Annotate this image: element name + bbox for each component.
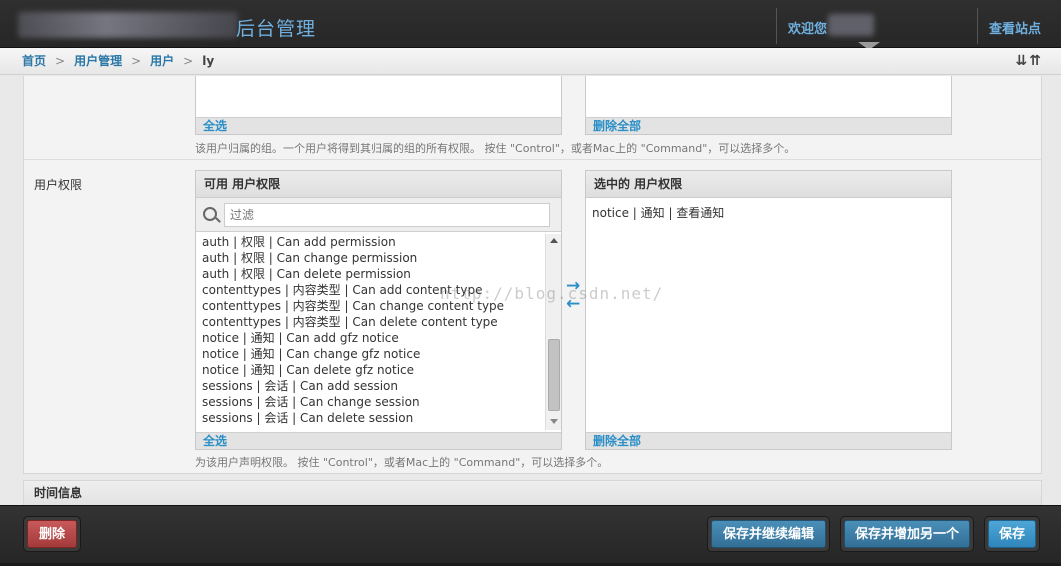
permissions-chosen-title: 选中的 用户权限 (586, 171, 951, 198)
list-item[interactable]: sessions | 会话 | Can delete session (196, 410, 544, 426)
list-item[interactable]: sessions | 会话 | Can add session (196, 378, 544, 394)
add-arrow-icon[interactable]: → (566, 278, 580, 295)
permissions-chosen-box: 选中的 用户权限 notice | 通知 | 查看通知 删除全部 (585, 170, 952, 450)
search-icon (203, 207, 217, 221)
save-button-label: 保存 (988, 520, 1036, 548)
delete-button-label: 删除 (27, 520, 77, 548)
change-form: 全选 删除全部 该用户归属的组。一个用户将得到其归属的组的所有权限。 按住 "C… (0, 76, 1061, 505)
permissions-remove-all-link[interactable]: 删除全部 (586, 432, 951, 449)
save-and-add-another-button[interactable]: 保存并增加另一个 (840, 516, 974, 552)
breadcrumb-separator-icon: > (183, 54, 194, 68)
header-divider (776, 8, 777, 44)
form-row-groups: 全选 删除全部 该用户归属的组。一个用户将得到其归属的组的所有权限。 按住 "C… (23, 76, 1042, 160)
welcome-text: 欢迎您 (788, 22, 828, 37)
permissions-filter-input[interactable] (224, 203, 550, 227)
scroll-down-arrow-icon[interactable] (550, 419, 558, 424)
delete-button[interactable]: 删除 (23, 516, 81, 552)
site-title[interactable]: 后台管理 (236, 14, 316, 41)
permissions-select-all-link[interactable]: 全选 (196, 432, 561, 449)
list-item[interactable]: auth | 权限 | Can change permission (196, 250, 544, 266)
breadcrumb-separator-icon: > (131, 54, 142, 68)
list-item[interactable]: notice | 通知 | Can delete gfz notice (196, 362, 544, 378)
groups-select-all-link[interactable]: 全选 (196, 117, 561, 134)
list-item[interactable]: contenttypes | 内容类型 | Can delete content… (196, 314, 544, 330)
top-header: 后台管理 欢迎您 查看站点 (0, 0, 1061, 50)
breadcrumb-separator-icon: > (55, 54, 66, 68)
permissions-help-text: 为该用户声明权限。 按住 "Control"，或者Mac上的 "Command"… (195, 456, 609, 469)
permissions-available-list[interactable]: auth | 权限 | Can add permission auth | 权限… (196, 234, 544, 430)
breadcrumb: 首页 > 用户管理 > 用户 > ly ⇊⇈ (0, 48, 1061, 75)
username-redacted[interactable] (828, 14, 874, 36)
view-site-link[interactable]: 查看站点 (989, 18, 1041, 37)
breadcrumb-users[interactable]: 用户 (150, 54, 174, 68)
breadcrumb-user-management[interactable]: 用户管理 (74, 54, 122, 68)
save-button[interactable]: 保存 (984, 516, 1040, 552)
list-item[interactable]: notice | 通知 | Can change gfz notice (196, 346, 544, 362)
header-divider (977, 8, 978, 44)
groups-available-box[interactable]: 全选 (195, 76, 562, 135)
scrollbar-thumb[interactable] (548, 339, 560, 411)
scroll-up-arrow-icon[interactable] (550, 238, 558, 243)
form-row-permissions: 用户权限 可用 用户权限 auth | 权限 | Can add permiss… (23, 160, 1042, 474)
groups-remove-all-link[interactable]: 删除全部 (586, 117, 951, 134)
submit-row: 删除 保存并继续编辑 保存并增加另一个 保存 (0, 505, 1061, 563)
groups-help-text: 该用户归属的组。一个用户将得到其归属的组的所有权限。 按住 "Control"，… (195, 142, 796, 155)
permissions-available-box: 可用 用户权限 auth | 权限 | Can add permission a… (195, 170, 562, 450)
list-item[interactable]: auth | 权限 | Can add permission (196, 234, 544, 250)
list-item[interactable]: notice | 通知 | 查看通知 (592, 204, 724, 221)
list-item[interactable]: contenttypes | 内容类型 | Can change content… (196, 298, 544, 314)
list-item[interactable]: auth | 权限 | Can delete permission (196, 266, 544, 282)
permissions-available-title: 可用 用户权限 (196, 171, 561, 198)
list-item[interactable]: contenttypes | 内容类型 | Can add content ty… (196, 282, 544, 298)
save-and-continue-label: 保存并继续编辑 (711, 520, 826, 548)
groups-chosen-box[interactable]: 删除全部 (585, 76, 952, 135)
remove-arrow-icon[interactable]: ← (566, 296, 580, 313)
collapse-expand-icon[interactable]: ⇊⇈ (1016, 48, 1043, 75)
save-and-continue-button[interactable]: 保存并继续编辑 (707, 516, 830, 552)
list-item[interactable]: sessions | 会话 | Can change session (196, 394, 544, 410)
site-brand-redacted (18, 12, 238, 38)
list-item[interactable]: notice | 通知 | Can add gfz notice (196, 330, 544, 346)
breadcrumb-home[interactable]: 首页 (22, 54, 46, 68)
breadcrumb-current: ly (202, 54, 215, 68)
permissions-label: 用户权限 (34, 178, 83, 192)
save-and-add-another-label: 保存并增加另一个 (844, 520, 970, 548)
permissions-scrollbar[interactable] (545, 234, 561, 430)
time-info-section-title: 时间信息 (23, 480, 1042, 505)
permissions-filter-bar (196, 198, 561, 232)
